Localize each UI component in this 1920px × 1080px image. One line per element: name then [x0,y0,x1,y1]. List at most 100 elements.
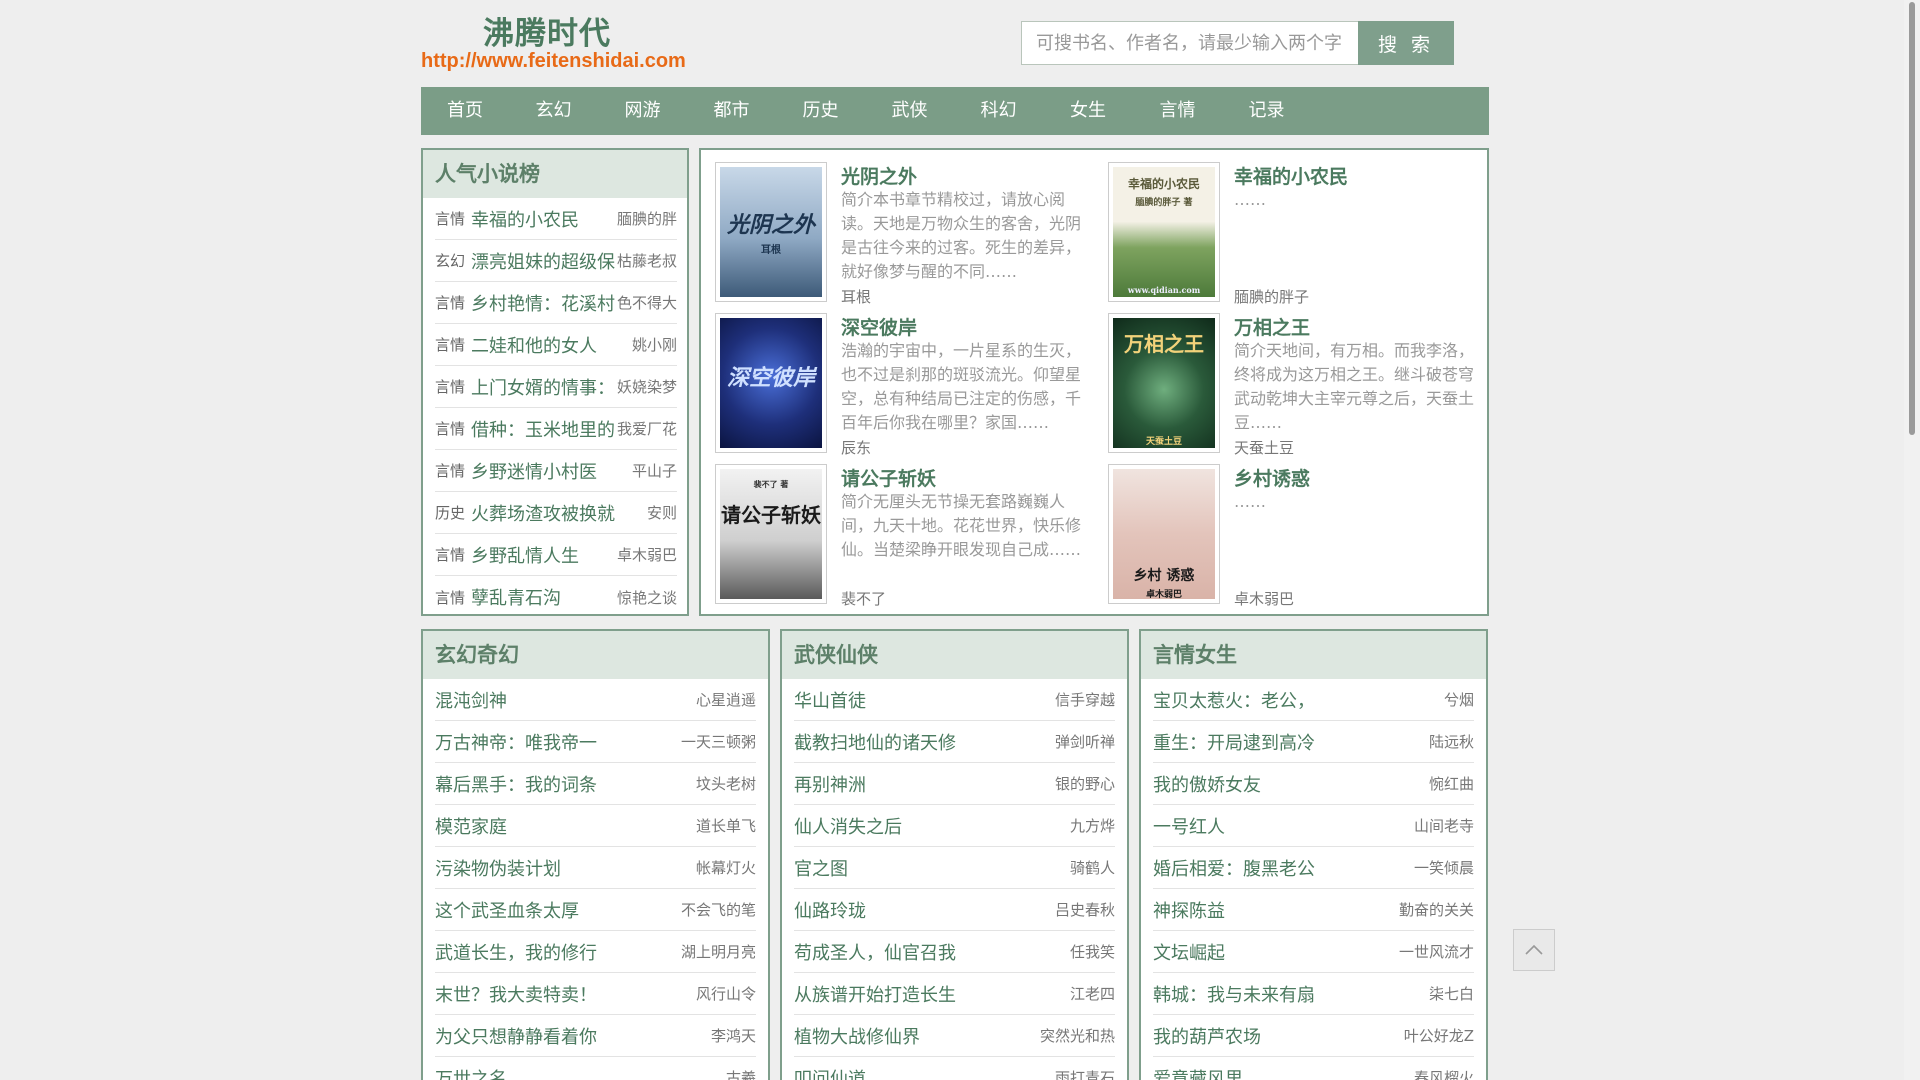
book-title[interactable]: 植物大战修仙界 [794,1023,920,1049]
book-title[interactable]: 乡村诱惑 [1234,464,1310,491]
rank-author[interactable]: 妖娆染梦 [617,376,677,397]
book-author[interactable]: 山间老寺 [1414,815,1474,836]
list-item[interactable]: 万世之名 古羲 [435,1057,756,1080]
rank-author[interactable]: 安则 [647,502,677,523]
book-author[interactable]: 兮烟 [1444,689,1474,710]
rank-title[interactable]: 乡村艳情：花溪村 [471,290,615,316]
book-author[interactable]: 任我笑 [1070,941,1115,962]
book-author[interactable]: 柒七白 [1429,983,1474,1004]
book-author[interactable]: 一笑倾晨 [1414,857,1474,878]
book-title[interactable]: 万古神帝：唯我帝一 [435,729,597,755]
book-author[interactable]: 腼腆的胖子 [1234,286,1309,307]
book-title[interactable]: 婚后相爱：腹黑老公 [1153,855,1315,881]
book-author[interactable]: 江老四 [1070,983,1115,1004]
book-author[interactable]: 帐幕灯火 [696,857,756,878]
site-title[interactable]: 沸腾时代 [483,8,611,53]
book-title[interactable]: 请公子斩妖 [841,464,936,491]
nav-item-yanqing[interactable]: 言情 [1133,87,1222,135]
book-author[interactable]: 卓木弱巴 [1234,588,1294,609]
book-author[interactable]: 一天三顿粥 [681,731,756,752]
book-author[interactable]: 风行山令 [696,983,756,1004]
book-title[interactable]: 深空彼岸 [841,313,917,340]
list-item[interactable]: 婚后相爱：腹黑老公 一笑倾晨 [1153,847,1474,889]
rank-title[interactable]: 漂亮姐妹的超级保 [471,248,615,274]
rank-author[interactable]: 姚小刚 [632,334,677,355]
book-title[interactable]: 叩问仙道 [794,1065,866,1080]
list-item[interactable]: 我的傲娇女友 惋红曲 [1153,763,1474,805]
rank-author[interactable]: 枯藤老叔 [617,250,677,271]
rank-item[interactable]: 历史 火葬场渣攻被换就 安则 [435,492,677,534]
book-author[interactable]: 耳根 [841,286,871,307]
list-item[interactable]: 仙人消失之后 九方烨 [794,805,1115,847]
rank-item[interactable]: 言情 上门女婿的情事： 妖娆染梦 [435,366,677,408]
book-author[interactable]: 坟头老树 [696,773,756,794]
list-item[interactable]: 末世？我大卖特卖！ 风行山令 [435,973,756,1015]
list-item[interactable]: 再别神洲 银的野心 [794,763,1115,805]
scrollbar-thumb[interactable] [1909,2,1915,435]
list-item[interactable]: 混沌剑神 心星逍遥 [435,679,756,721]
book-cover[interactable]: 光阴之外 耳根 [715,162,827,302]
book-author[interactable]: 惋红曲 [1429,773,1474,794]
book-author[interactable]: 勤奋的关关 [1399,899,1474,920]
list-item[interactable]: 叩问仙道 雨打青石 [794,1057,1115,1080]
list-item[interactable]: 植物大战修仙界 突然光和热 [794,1015,1115,1057]
book-title[interactable]: 幸福的小农民 [1234,162,1348,189]
book-title[interactable]: 混沌剑神 [435,687,507,713]
rank-item[interactable]: 言情 二娃和他的女人 姚小刚 [435,324,677,366]
rank-author[interactable]: 平山子 [632,460,677,481]
book-title[interactable]: 从族谱开始打造长生 [794,981,956,1007]
list-item[interactable]: 污染物伪装计划 帐幕灯火 [435,847,756,889]
book-cover[interactable]: 乡村 诱惑 卓木弱巴 [1108,464,1220,604]
book-title[interactable]: 仙路玲珑 [794,897,866,923]
book-title[interactable]: 官之图 [794,855,848,881]
book-title[interactable]: 模范家庭 [435,813,507,839]
list-item[interactable]: 苟成圣人，仙官召我 任我笑 [794,931,1115,973]
nav-item-nvsheng[interactable]: 女生 [1043,87,1133,135]
nav-item-jilu[interactable]: 记录 [1222,87,1311,135]
book-author[interactable]: 天蚕土豆 [1234,437,1294,458]
book-title[interactable]: 截教扫地仙的诸天修 [794,729,956,755]
book-title[interactable]: 污染物伪装计划 [435,855,561,881]
rank-item[interactable]: 言情 幸福的小农民 腼腆的胖 [435,198,677,240]
book-author[interactable]: 裴不了 [841,588,886,609]
rank-author[interactable]: 我爱厂花 [617,418,677,439]
book-title[interactable]: 宝贝太惹火：老公， [1153,687,1315,713]
book-title[interactable]: 仙人消失之后 [794,813,902,839]
book-title[interactable]: 万世之名 [435,1065,507,1080]
book-author[interactable]: 辰东 [841,437,871,458]
book-author[interactable]: 不会飞的笔 [681,899,756,920]
book-author[interactable]: 银的野心 [1055,773,1115,794]
book-author[interactable]: 吕史春秋 [1055,899,1115,920]
book-title[interactable]: 武道长生，我的修行 [435,939,597,965]
list-item[interactable]: 仙路玲珑 吕史春秋 [794,889,1115,931]
book-title[interactable]: 韩城：我与未来有扇 [1153,981,1315,1007]
book-title[interactable]: 苟成圣人，仙官召我 [794,939,956,965]
book-title[interactable]: 我的傲娇女友 [1153,771,1261,797]
book-author[interactable]: 雨打青石 [1055,1067,1115,1080]
book-title[interactable]: 万相之王 [1234,313,1310,340]
list-item[interactable]: 华山首徒 信手穿越 [794,679,1115,721]
list-item[interactable]: 爱意藏风里 春风榴火 [1153,1057,1474,1080]
book-title[interactable]: 重生：开局逮到高冷 [1153,729,1315,755]
book-cover[interactable]: 万相之王 天蚕土豆 [1108,313,1220,453]
nav-item-lishi[interactable]: 历史 [776,87,865,135]
book-title[interactable]: 文坛崛起 [1153,939,1225,965]
rank-author[interactable]: 腼腆的胖 [617,208,677,229]
rank-item[interactable]: 言情 乡村艳情：花溪村 色不得大 [435,282,677,324]
search-button[interactable]: 搜 索 [1358,21,1454,65]
list-item[interactable]: 我的葫芦农场 叶公好龙Z [1153,1015,1474,1057]
rank-title[interactable]: 孽乱青石沟 [471,584,615,610]
book-title[interactable]: 幕后黑手：我的词条 [435,771,597,797]
book-title[interactable]: 末世？我大卖特卖！ [435,981,597,1007]
list-item[interactable]: 宝贝太惹火：老公， 兮烟 [1153,679,1474,721]
list-item[interactable]: 武道长生，我的修行 湖上明月亮 [435,931,756,973]
rank-author[interactable]: 惊艳之谈 [617,587,677,608]
book-author[interactable]: 一世风流才 [1399,941,1474,962]
list-item[interactable]: 文坛崛起 一世风流才 [1153,931,1474,973]
book-title[interactable]: 一号红人 [1153,813,1225,839]
book-cover[interactable]: 深空彼岸 [715,313,827,453]
book-title[interactable]: 华山首徒 [794,687,866,713]
book-title[interactable]: 这个武圣血条太厚 [435,897,579,923]
rank-title[interactable]: 火葬场渣攻被换就 [471,500,645,526]
rank-title[interactable]: 借种：玉米地里的 [471,416,615,442]
